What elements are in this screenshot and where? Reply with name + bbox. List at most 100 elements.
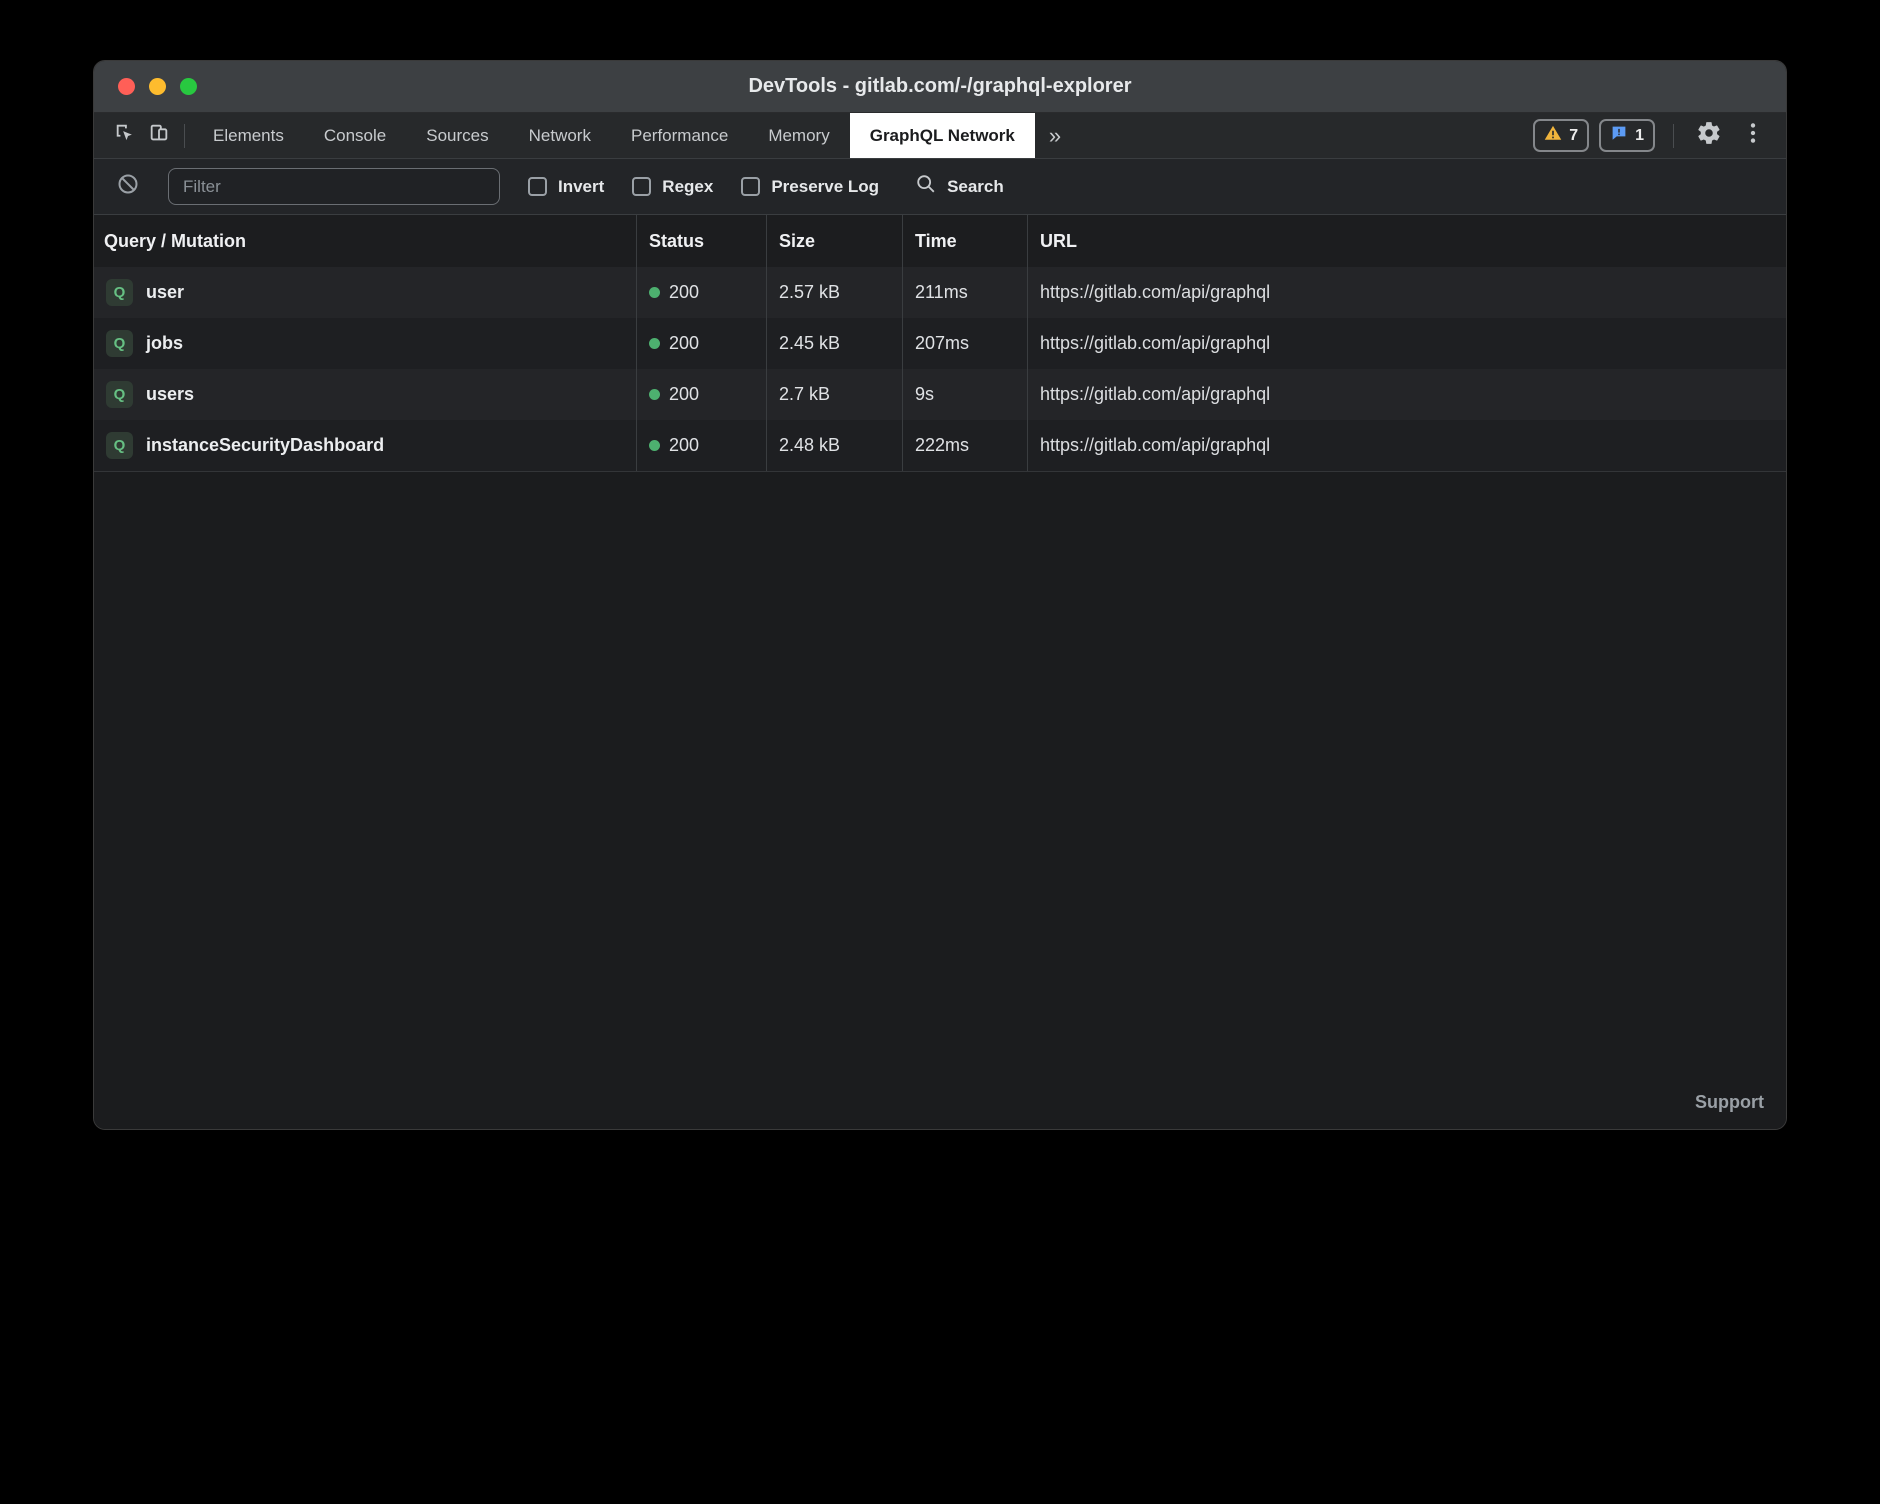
status-ok-dot xyxy=(649,389,660,400)
status-value: 200 xyxy=(669,435,699,456)
query-type-badge: Q xyxy=(106,381,133,408)
status-cell: 200 xyxy=(637,369,767,420)
tab-console[interactable]: Console xyxy=(304,113,406,158)
device-toolbar-button[interactable] xyxy=(142,119,176,153)
url-cell: https://gitlab.com/api/graphql xyxy=(1028,369,1786,420)
table-row[interactable]: Q user 200 2.57 kB 211ms https://gitlab.… xyxy=(94,267,1786,318)
size-cell: 2.57 kB xyxy=(767,267,903,318)
issues-badge[interactable]: 1 xyxy=(1599,119,1655,152)
column-header-url[interactable]: URL xyxy=(1028,215,1786,267)
tab-elements[interactable]: Elements xyxy=(193,113,304,158)
table-body: Q user 200 2.57 kB 211ms https://gitlab.… xyxy=(94,267,1786,472)
devtools-window: DevTools - gitlab.com/-/graphql-explorer… xyxy=(93,60,1787,1130)
regex-checkbox-box[interactable] xyxy=(632,177,651,196)
query-cell: Q user xyxy=(94,267,637,318)
kebab-menu-button[interactable] xyxy=(1736,119,1770,153)
size-value: 2.45 kB xyxy=(779,333,840,354)
query-name: jobs xyxy=(146,333,183,354)
column-header-status[interactable]: Status xyxy=(637,215,767,267)
size-cell: 2.7 kB xyxy=(767,369,903,420)
minimize-button[interactable] xyxy=(149,78,166,95)
clear-requests-button[interactable] xyxy=(116,172,140,201)
query-type-badge: Q xyxy=(106,432,133,459)
query-name: user xyxy=(146,282,184,303)
time-cell: 207ms xyxy=(903,318,1028,369)
table-row[interactable]: Q jobs 200 2.45 kB 207ms https://gitlab.… xyxy=(94,318,1786,369)
tab-bar-right-controls: 7 1 xyxy=(1533,119,1786,153)
invert-checkbox-label: Invert xyxy=(558,177,604,197)
status-cell: 200 xyxy=(637,318,767,369)
filter-input[interactable] xyxy=(168,168,500,205)
device-toolbar-icon xyxy=(148,122,170,149)
time-value: 222ms xyxy=(915,435,969,456)
size-value: 2.48 kB xyxy=(779,435,840,456)
status-ok-dot xyxy=(649,440,660,451)
invert-checkbox-box[interactable] xyxy=(528,177,547,196)
size-value: 2.7 kB xyxy=(779,384,830,405)
support-link[interactable]: Support xyxy=(1695,1092,1764,1113)
close-button[interactable] xyxy=(118,78,135,95)
status-cell: 200 xyxy=(637,267,767,318)
query-type-badge: Q xyxy=(106,330,133,357)
size-cell: 2.45 kB xyxy=(767,318,903,369)
status-ok-dot xyxy=(649,338,660,349)
tab-memory[interactable]: Memory xyxy=(748,113,849,158)
size-value: 2.57 kB xyxy=(779,282,840,303)
search-button[interactable]: Search xyxy=(915,173,1004,200)
inspect-element-button[interactable] xyxy=(108,119,142,153)
settings-button[interactable] xyxy=(1692,119,1726,153)
url-value: https://gitlab.com/api/graphql xyxy=(1040,384,1270,405)
regex-checkbox[interactable]: Regex xyxy=(632,177,713,197)
url-value: https://gitlab.com/api/graphql xyxy=(1040,333,1270,354)
query-cell: Q users xyxy=(94,369,637,420)
invert-checkbox[interactable]: Invert xyxy=(528,177,604,197)
status-value: 200 xyxy=(669,384,699,405)
status-cell: 200 xyxy=(637,420,767,471)
column-header-time[interactable]: Time xyxy=(903,215,1028,267)
preserve-log-checkbox[interactable]: Preserve Log xyxy=(741,177,879,197)
search-label: Search xyxy=(947,177,1004,197)
warning-triangle-icon xyxy=(1544,124,1562,147)
devtools-tab-bar: Elements Console Sources Network Perform… xyxy=(94,113,1786,159)
size-cell: 2.48 kB xyxy=(767,420,903,471)
table-row[interactable]: Q instanceSecurityDashboard 200 2.48 kB … xyxy=(94,420,1786,471)
warning-count: 7 xyxy=(1569,127,1578,145)
query-name: instanceSecurityDashboard xyxy=(146,435,384,456)
tab-network[interactable]: Network xyxy=(509,113,611,158)
more-tabs-chevron-icon[interactable]: » xyxy=(1035,123,1075,149)
url-cell: https://gitlab.com/api/graphql xyxy=(1028,420,1786,471)
tab-graphql-network[interactable]: GraphQL Network xyxy=(850,113,1035,158)
regex-checkbox-label: Regex xyxy=(662,177,713,197)
table-row[interactable]: Q users 200 2.7 kB 9s https://gitlab.com… xyxy=(94,369,1786,420)
time-value: 207ms xyxy=(915,333,969,354)
panel-empty-area: Support xyxy=(94,472,1786,1129)
time-cell: 211ms xyxy=(903,267,1028,318)
tab-performance[interactable]: Performance xyxy=(611,113,748,158)
column-header-size[interactable]: Size xyxy=(767,215,903,267)
zoom-button[interactable] xyxy=(180,78,197,95)
console-warnings-badge[interactable]: 7 xyxy=(1533,119,1589,152)
preserve-log-checkbox-box[interactable] xyxy=(741,177,760,196)
column-header-query-mutation[interactable]: Query / Mutation xyxy=(94,215,637,267)
url-cell: https://gitlab.com/api/graphql xyxy=(1028,267,1786,318)
query-name: users xyxy=(146,384,194,405)
panel-tabs: Elements Console Sources Network Perform… xyxy=(193,113,1035,158)
gear-icon xyxy=(1696,120,1722,151)
traffic-lights xyxy=(94,78,197,95)
time-value: 9s xyxy=(915,384,934,405)
status-value: 200 xyxy=(669,333,699,354)
table-header: Query / Mutation Status Size Time URL xyxy=(94,215,1786,267)
inspect-cursor-icon xyxy=(114,122,136,149)
url-cell: https://gitlab.com/api/graphql xyxy=(1028,318,1786,369)
time-cell: 222ms xyxy=(903,420,1028,471)
filter-bar: Invert Regex Preserve Log Search xyxy=(94,159,1786,215)
query-cell: Q jobs xyxy=(94,318,637,369)
title-bar: DevTools - gitlab.com/-/graphql-explorer xyxy=(94,61,1786,113)
query-cell: Q instanceSecurityDashboard xyxy=(94,420,637,471)
tab-sources[interactable]: Sources xyxy=(406,113,508,158)
url-value: https://gitlab.com/api/graphql xyxy=(1040,435,1270,456)
window-title: DevTools - gitlab.com/-/graphql-explorer xyxy=(94,75,1786,98)
time-value: 211ms xyxy=(915,282,968,303)
search-icon xyxy=(915,173,937,200)
status-value: 200 xyxy=(669,282,699,303)
